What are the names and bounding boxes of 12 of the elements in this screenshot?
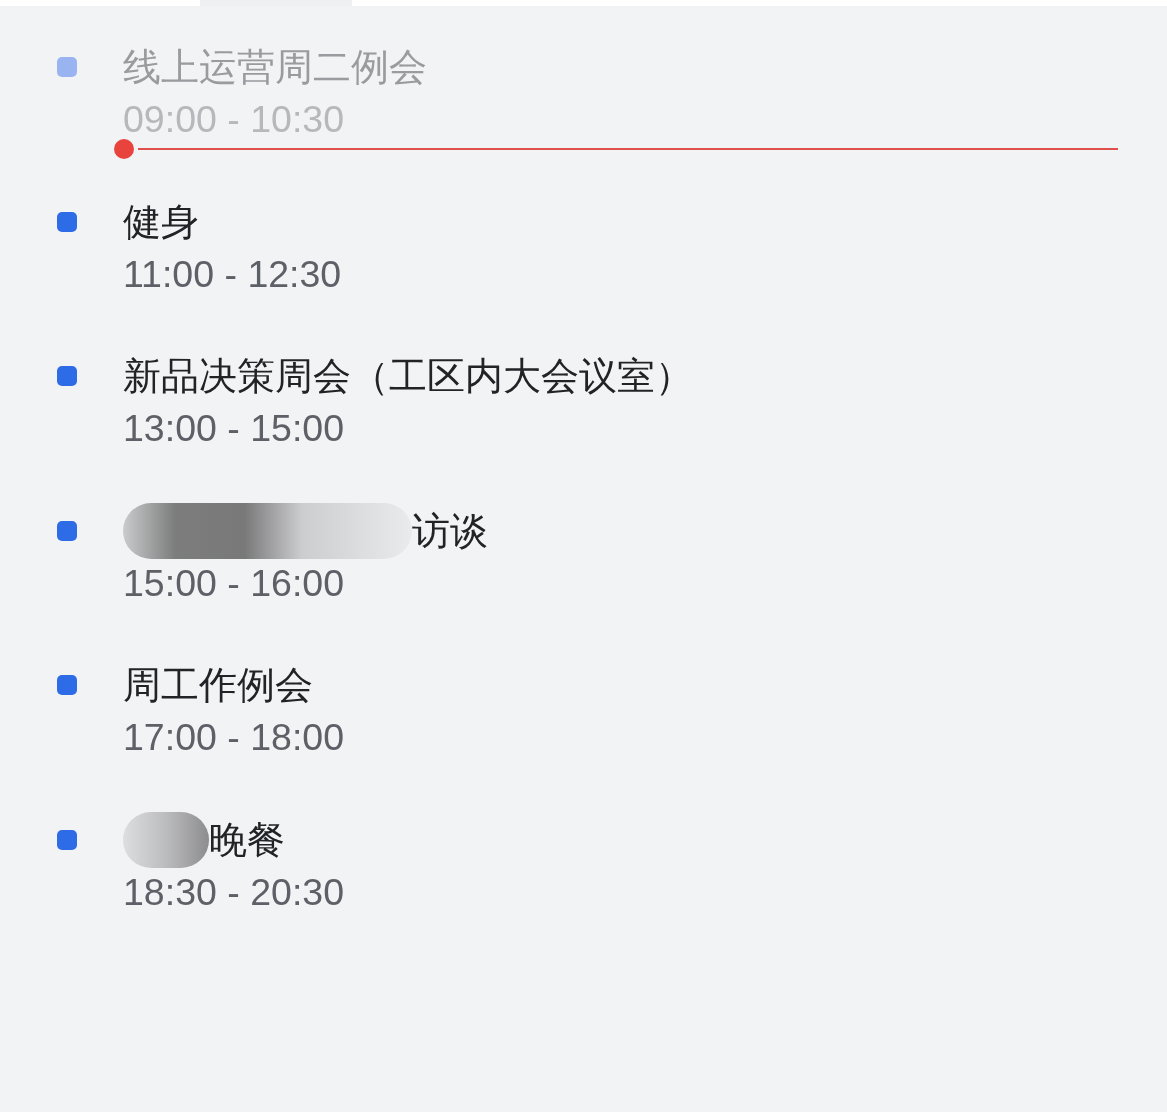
event-title[interactable]: 健身 (123, 195, 199, 248)
event-title[interactable]: 晚餐 (209, 813, 285, 866)
event-title[interactable]: 访谈 (412, 504, 488, 557)
event-time: 11:00 - 12:30 (123, 251, 342, 297)
current-time-dot-icon (114, 139, 134, 159)
event-title[interactable]: 周工作例会 (123, 659, 313, 711)
event-time: 17:00 - 18:00 (123, 715, 344, 760)
event-time: 18:30 - 20:30 (123, 869, 344, 915)
event-time: 15:00 - 16:00 (123, 560, 344, 606)
event-time: 09:00 - 10:30 (123, 97, 344, 142)
event-title[interactable]: 新品决策周会（工区内大会议室） (123, 350, 693, 402)
event-time: 13:00 - 15:00 (123, 406, 344, 451)
